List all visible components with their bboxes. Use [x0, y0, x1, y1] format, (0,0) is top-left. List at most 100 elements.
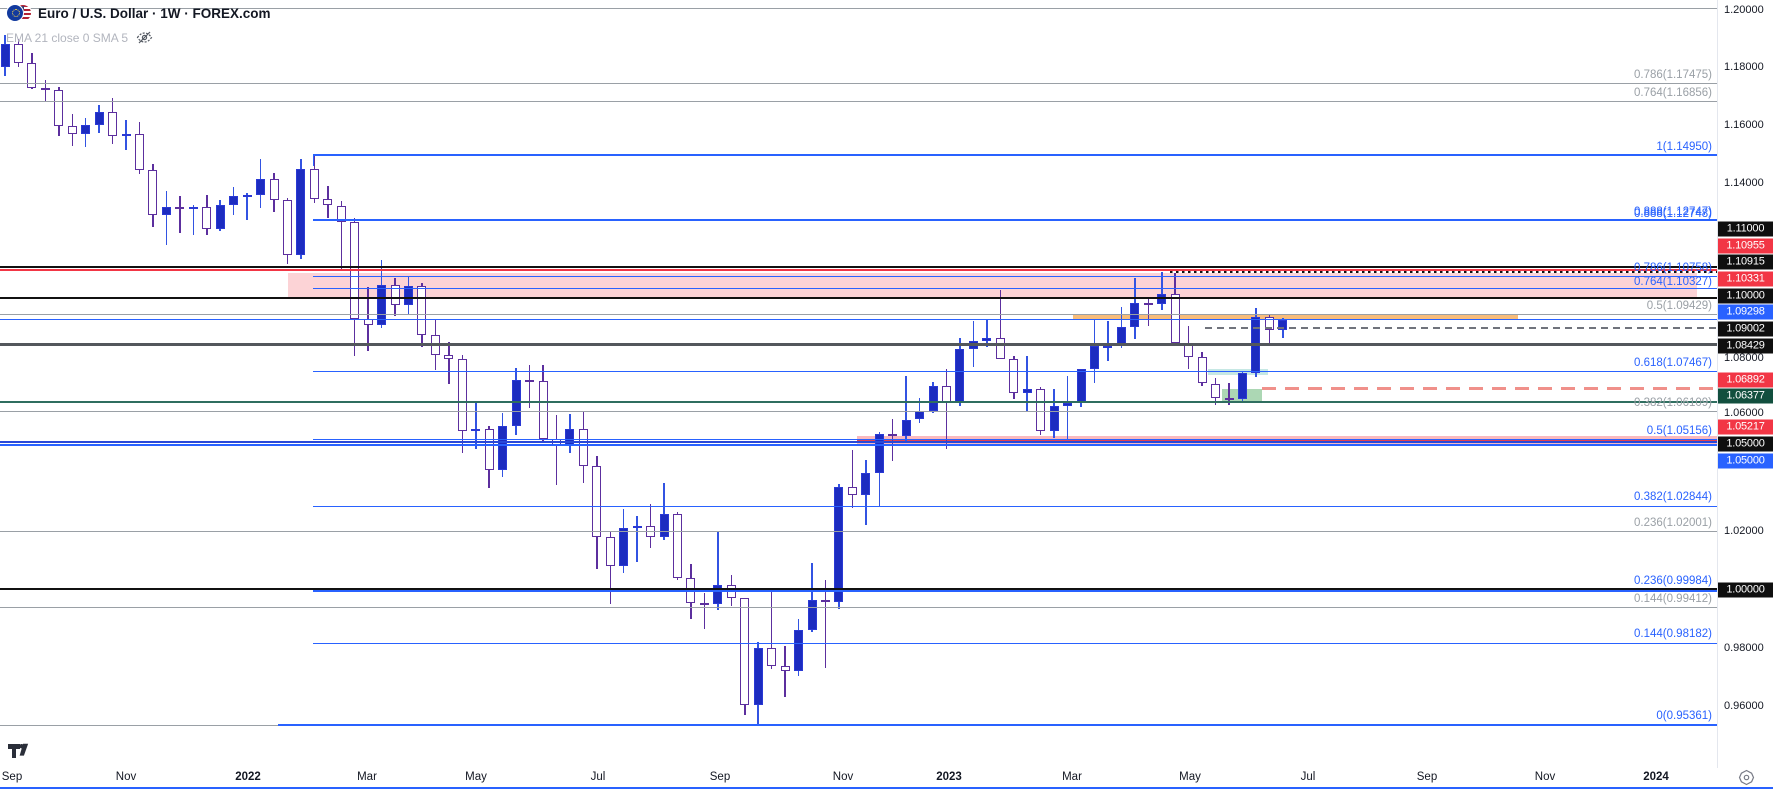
candle-body — [243, 195, 252, 197]
price-axis-badge: 1.10955 — [1718, 239, 1773, 254]
candle-body — [1130, 303, 1139, 327]
chart-window: 0.786(1.17475)0.764(1.16856)1(1.14950)0.… — [0, 0, 1773, 791]
fib-level-label: 1(1.14950) — [1656, 141, 1712, 153]
tradingview-logo[interactable] — [8, 742, 32, 767]
price-level-line — [0, 531, 1717, 532]
candle-body — [283, 200, 292, 256]
candle-body — [619, 528, 628, 566]
candle-body — [525, 380, 534, 382]
price-axis-tick: 1.20000 — [1724, 4, 1764, 16]
candle-body — [996, 338, 1005, 359]
candle-body — [660, 514, 669, 537]
price-level-line — [0, 101, 1717, 102]
price-level-line — [313, 590, 1717, 592]
candle-body — [821, 600, 830, 602]
candle-body — [323, 199, 332, 205]
candle-wick — [946, 369, 948, 450]
price-axis-badge: 1.10000 — [1718, 289, 1773, 304]
fib-level-label: 0.144(0.99412) — [1634, 593, 1712, 605]
candle-body — [404, 286, 413, 305]
bottom-border — [0, 787, 1773, 789]
candle-body — [1077, 369, 1086, 403]
price-level-line — [0, 266, 1717, 269]
price-level-line — [1262, 387, 1717, 390]
symbol-title: Euro / U.S. Dollar · 1W · FOREX.com — [38, 6, 271, 21]
price-axis-badge: 1.09002 — [1718, 322, 1773, 337]
chart-plot-area[interactable]: 0.786(1.17475)0.764(1.16856)1(1.14950)0.… — [0, 0, 1717, 768]
fib-level-label: 0.382(1.06109) — [1634, 397, 1712, 409]
price-level-line — [0, 441, 1717, 443]
candle-body — [955, 349, 964, 403]
price-axis-tick: 0.98000 — [1724, 642, 1764, 654]
axis-settings-gear-icon[interactable] — [1738, 769, 1756, 787]
candle-body — [54, 90, 63, 126]
candle-wick — [636, 516, 638, 562]
candle-body — [579, 429, 588, 466]
candle-body — [296, 169, 305, 256]
candle-body — [229, 196, 238, 204]
price-level-line — [313, 643, 1717, 644]
price-level-line — [313, 288, 1717, 289]
price-axis-badge: 1.05000 — [1718, 437, 1773, 452]
candle-body — [189, 207, 198, 209]
candle-body — [1211, 384, 1220, 399]
time-axis-label: Mar — [357, 771, 377, 783]
fib-level-label: 0.764(1.10327) — [1634, 276, 1712, 288]
time-axis-label: Nov — [1535, 771, 1555, 783]
time-axis-label: 2022 — [235, 771, 261, 783]
candle-wick — [179, 196, 181, 233]
eu-flag-icon — [6, 4, 24, 22]
candle-wick — [784, 646, 786, 697]
candle-wick — [1026, 356, 1028, 412]
fib-level-label: 0.786(1.17475) — [1634, 69, 1712, 81]
price-level-line — [0, 314, 1717, 315]
time-axis-label: May — [465, 771, 487, 783]
price-axis[interactable]: 1.200001.180001.160001.140001.080001.060… — [1717, 0, 1773, 768]
price-level-line — [0, 319, 1717, 320]
candle-body — [834, 487, 843, 602]
candle-body — [1144, 303, 1153, 305]
price-level-line — [313, 219, 1717, 221]
candle-body — [700, 603, 709, 605]
price-level-line — [1205, 327, 1717, 329]
price-axis-tick: 1.08000 — [1724, 352, 1764, 364]
price-axis-badge: 1.00000 — [1718, 583, 1773, 598]
candle-wick — [1067, 376, 1069, 440]
candle-wick — [246, 193, 248, 220]
candle-body — [175, 207, 184, 209]
price-axis-tick: 1.16000 — [1724, 119, 1764, 131]
candle-wick — [852, 450, 854, 508]
candle-body — [1009, 359, 1018, 393]
fib-level-label: 0(0.95361) — [1656, 710, 1712, 722]
fib-level-label: 0.5(1.05156) — [1647, 425, 1712, 437]
fib-level-label: 0.5(1.09429) — [1647, 300, 1712, 312]
eye-hidden-icon[interactable] — [136, 30, 153, 45]
candle-body — [1023, 389, 1032, 393]
candle-body — [794, 630, 803, 671]
eu-us-flags-icon — [6, 4, 32, 23]
candle-body — [1050, 406, 1059, 432]
price-level-line — [0, 411, 1717, 412]
candle-body — [498, 426, 507, 470]
candle-body — [1225, 398, 1234, 400]
time-axis-label: Sep — [2, 771, 22, 783]
candle-body — [740, 598, 749, 705]
candle-body — [606, 537, 615, 566]
candle-body — [444, 355, 453, 359]
candle-body — [202, 207, 211, 229]
time-axis-label: Jul — [591, 771, 606, 783]
price-axis-badge: 1.05000 — [1718, 454, 1773, 469]
candle-body — [1184, 344, 1193, 358]
candle-body — [417, 286, 426, 335]
time-axis-label: Nov — [116, 771, 136, 783]
time-axis-label: May — [1179, 771, 1201, 783]
candle-body — [41, 88, 50, 90]
price-axis-tick: 0.96000 — [1724, 700, 1764, 712]
price-level-line — [0, 607, 1717, 608]
candle-body — [485, 429, 494, 470]
candle-body — [915, 411, 924, 419]
candle-body — [95, 112, 104, 125]
candle-body — [673, 514, 682, 578]
candle-body — [68, 126, 77, 134]
fib-level-label: 0.618(1.07467) — [1634, 357, 1712, 369]
